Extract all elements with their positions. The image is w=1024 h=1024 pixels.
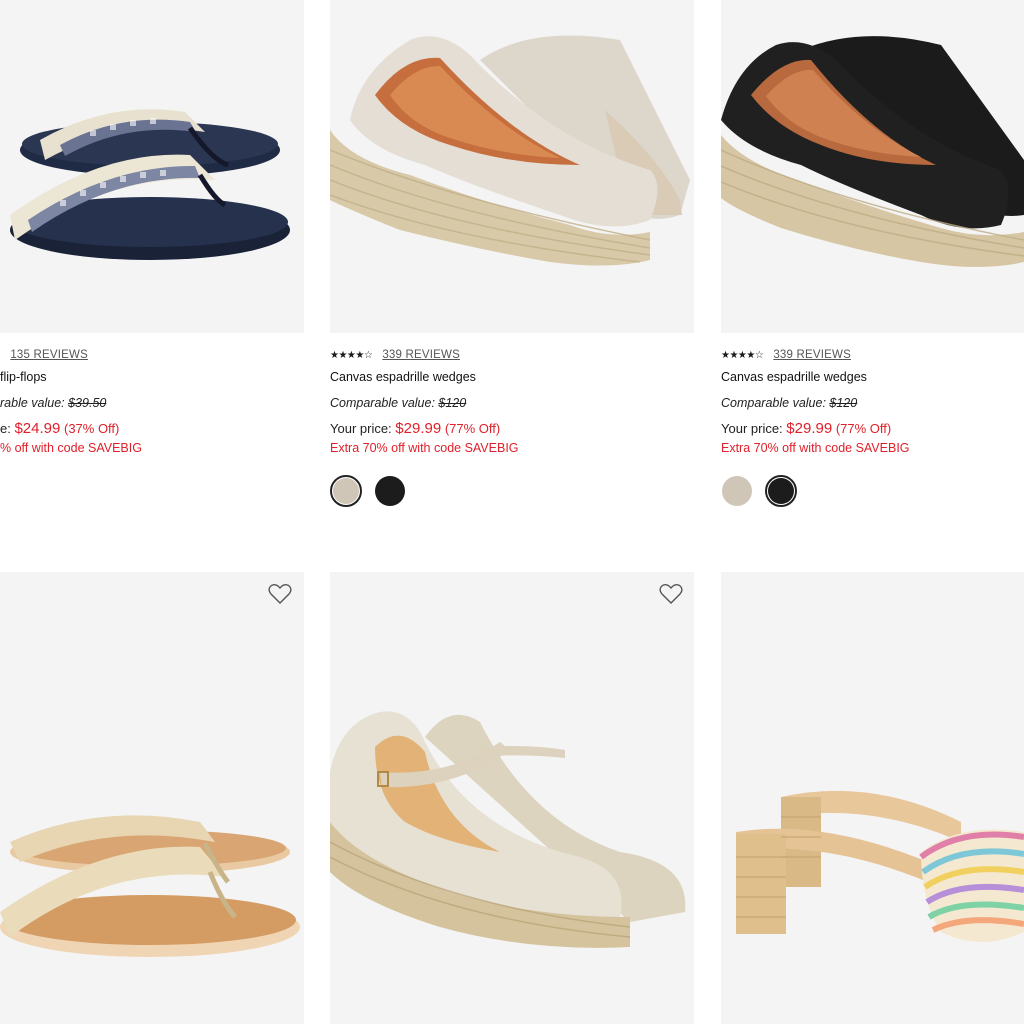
reviews-link[interactable]: 339 REVIEWS	[773, 349, 851, 362]
rating-stars: ★★★★☆	[721, 349, 764, 361]
ankle-strap-espadrille-wedges-image	[330, 711, 686, 948]
tan-flip-flops-image	[0, 815, 300, 957]
product-card[interactable]	[330, 572, 694, 1024]
navy-gingham-flip-flops-image	[10, 109, 290, 260]
heart-icon[interactable]	[659, 583, 683, 605]
comparable-price: $39.50	[68, 396, 107, 410]
raffia-block-heel-sandals-image	[736, 790, 1024, 942]
comparable-label: rable value:	[0, 396, 65, 410]
product-name[interactable]: Canvas espadrille wedges	[330, 371, 476, 384]
product-image[interactable]	[330, 0, 694, 333]
sale-price: $24.99	[14, 420, 61, 437]
product-name[interactable]: flip-flops	[0, 371, 47, 384]
swatch-beige[interactable]	[330, 475, 362, 507]
product-card[interactable]: ★★★★☆ 339 REVIEWS Canvas espadrille wedg…	[330, 0, 694, 510]
comparable-price: $120	[829, 396, 858, 410]
promo-text: Extra 70% off with code SAVEBIG	[330, 441, 519, 455]
comparable-value: Comparable value: $120	[721, 397, 857, 410]
promo-text: % off with code SAVEBIG	[0, 441, 142, 455]
product-card[interactable]: ★★★★☆ 339 REVIEWS Canvas espadrille wedg…	[721, 0, 1024, 510]
color-swatches	[721, 475, 797, 507]
discount-percent: (77% Off)	[835, 421, 892, 436]
product-card[interactable]	[0, 572, 304, 1024]
product-image[interactable]	[0, 572, 304, 1024]
swatch-dot	[768, 478, 794, 504]
swatch-black[interactable]	[374, 475, 406, 507]
swatch-dot	[375, 476, 405, 506]
product-card[interactable]: ★★★★☆ 135 REVIEWS flip-flops rable value…	[0, 0, 304, 470]
price-line: Your price: $29.99 (77% Off)	[330, 421, 500, 436]
heart-icon[interactable]	[268, 583, 292, 605]
comparable-label: Comparable value:	[721, 396, 826, 410]
comparable-price: $120	[438, 396, 467, 410]
sale-price: $29.99	[395, 420, 442, 437]
product-image[interactable]	[0, 0, 304, 333]
black-espadrille-wedges-image	[721, 36, 1024, 267]
sale-price: $29.99	[786, 420, 833, 437]
promo-text: Extra 70% off with code SAVEBIG	[721, 441, 910, 455]
product-image[interactable]	[721, 0, 1024, 333]
comparable-value: Comparable value: $120	[330, 397, 466, 410]
rating-stars: ★★★★☆	[330, 349, 373, 361]
product-image[interactable]	[721, 572, 1024, 1024]
reviews-link[interactable]: 135 REVIEWS	[10, 349, 88, 362]
reviews-link[interactable]: 339 REVIEWS	[382, 349, 460, 362]
swatch-beige[interactable]	[721, 475, 753, 507]
product-image[interactable]	[330, 572, 694, 1024]
product-card[interactable]	[721, 572, 1024, 1024]
discount-percent: (37% Off)	[63, 421, 120, 436]
color-swatches	[330, 475, 406, 507]
discount-percent: (77% Off)	[444, 421, 501, 436]
price-line: e: $24.99 (37% Off)	[0, 421, 119, 436]
comparable-label: Comparable value:	[330, 396, 435, 410]
swatch-black[interactable]	[765, 475, 797, 507]
price-label: Your price:	[721, 421, 783, 436]
price-label: Your price:	[330, 421, 392, 436]
swatch-dot	[333, 478, 359, 504]
swatch-dot	[722, 476, 752, 506]
price-line: Your price: $29.99 (77% Off)	[721, 421, 891, 436]
price-label: e:	[0, 421, 11, 436]
product-name[interactable]: Canvas espadrille wedges	[721, 371, 867, 384]
comparable-value: rable value: $39.50	[0, 397, 106, 410]
beige-espadrille-wedges-image	[330, 35, 690, 266]
